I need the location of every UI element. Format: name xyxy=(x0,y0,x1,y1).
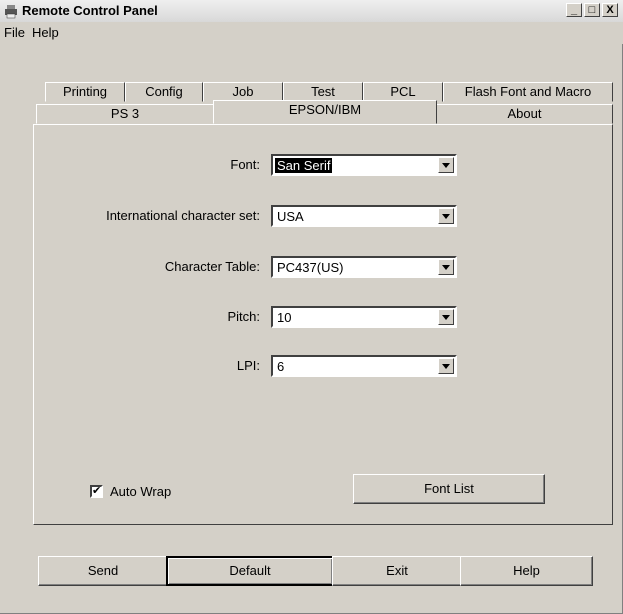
menu-file[interactable]: File xyxy=(4,25,25,40)
character-table-value: PC437(US) xyxy=(277,260,344,275)
chevron-down-icon[interactable] xyxy=(438,259,454,275)
minimize-button[interactable]: _ xyxy=(566,3,582,17)
send-button[interactable]: Send xyxy=(38,556,168,586)
help-button[interactable]: Help xyxy=(460,556,593,586)
tab-flash-font-and-macro[interactable]: Flash Font and Macro xyxy=(443,82,613,102)
lpi-label: LPI: xyxy=(236,358,260,373)
menu-bar: File Help xyxy=(0,22,623,44)
title-bar: Remote Control Panel _ □ X xyxy=(0,0,623,23)
international-character-set-label: International character set: xyxy=(106,208,260,223)
lpi-select[interactable]: 6 xyxy=(271,355,457,377)
chevron-down-icon[interactable] xyxy=(438,358,454,374)
close-button[interactable]: X xyxy=(602,3,618,17)
chevron-down-icon[interactable] xyxy=(438,309,454,325)
font-label: Font: xyxy=(230,157,260,172)
menu-help[interactable]: Help xyxy=(32,25,59,40)
exit-button[interactable]: Exit xyxy=(332,556,462,586)
international-character-set-select[interactable]: USA xyxy=(271,205,457,227)
character-table-select[interactable]: PC437(US) xyxy=(271,256,457,278)
character-table-label: Character Table: xyxy=(164,259,260,274)
international-character-set-value: USA xyxy=(277,209,304,224)
maximize-button[interactable]: □ xyxy=(584,3,600,17)
pitch-select[interactable]: 10 xyxy=(271,306,457,328)
chevron-down-icon[interactable] xyxy=(438,157,454,173)
font-select-value: San Serif xyxy=(275,158,333,173)
tab-job[interactable]: Job xyxy=(203,82,283,102)
auto-wrap-checkbox[interactable] xyxy=(90,484,103,498)
tab-pcl[interactable]: PCL xyxy=(363,82,443,102)
pitch-label: Pitch: xyxy=(227,309,260,324)
lpi-value: 6 xyxy=(277,359,285,374)
auto-wrap-label[interactable]: Auto Wrap xyxy=(110,484,171,499)
default-button[interactable]: Default xyxy=(166,556,334,586)
window-title: Remote Control Panel xyxy=(22,3,158,18)
font-list-button[interactable]: Font List xyxy=(353,474,545,504)
chevron-down-icon[interactable] xyxy=(438,208,454,224)
font-select[interactable]: San Serif xyxy=(271,154,457,176)
tab-about[interactable]: About xyxy=(436,104,613,124)
pitch-value: 10 xyxy=(277,310,292,325)
printer-app-icon xyxy=(5,5,17,19)
tab-ps3[interactable]: PS 3 xyxy=(36,104,214,124)
tab-printing[interactable]: Printing xyxy=(45,82,125,102)
remote-control-panel-window: Remote Control Panel _ □ X File Help Pri… xyxy=(0,0,623,614)
tab-config[interactable]: Config xyxy=(125,82,203,102)
tab-test[interactable]: Test xyxy=(283,82,363,102)
tab-epson-ibm[interactable]: EPSON/IBM xyxy=(213,100,437,124)
